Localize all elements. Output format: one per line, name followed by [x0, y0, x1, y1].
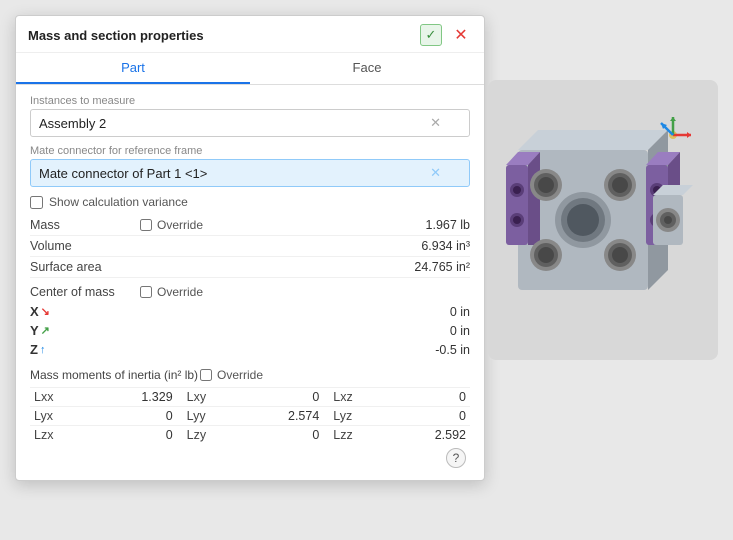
mass-properties-dialog: Mass and section properties ✓ ✕ Part Fac…: [15, 15, 485, 481]
inertia-header-row: Mass moments of inertia (in² lb) Overrid…: [30, 365, 470, 385]
com-override-checkbox[interactable]: [140, 286, 152, 298]
mass-label: Mass: [30, 218, 140, 232]
mate-group: Mate connector for reference frame Mate …: [30, 145, 470, 187]
y-value: 0 in: [60, 324, 470, 338]
lyz-label: Lyz: [323, 407, 388, 426]
lzy-value: 0: [242, 426, 323, 445]
inertia-row-lxx: Lxx 1.329 Lxy 0 Lxz 0: [30, 388, 470, 407]
variance-checkbox[interactable]: [30, 196, 43, 209]
mass-override-label: Override: [157, 218, 203, 232]
help-row: ?: [30, 444, 470, 468]
inertia-row-lzx: Lzx 0 Lzy 0 Lzz 2.592: [30, 426, 470, 445]
com-section: Center of mass Override X ↘ 0 in Y ↗: [30, 282, 470, 359]
inertia-override: Override: [200, 368, 290, 382]
lzx-label: Lzx: [30, 426, 95, 445]
mass-override-checkbox[interactable]: [140, 219, 152, 231]
surface-area-row: Surface area 24.765 in²: [30, 257, 470, 278]
inertia-override-label: Override: [217, 368, 263, 382]
model-render: [498, 90, 708, 350]
com-override-label: Override: [157, 285, 203, 299]
inertia-override-checkbox[interactable]: [200, 369, 212, 381]
variance-row: Show calculation variance: [30, 195, 470, 209]
lxz-label: Lxz: [323, 388, 388, 407]
surface-area-label: Surface area: [30, 260, 140, 274]
instances-group: Instances to measure Assembly 2 ✕: [30, 95, 470, 137]
x-row: X ↘ 0 in: [30, 302, 470, 321]
lzy-label: Lzy: [177, 426, 242, 445]
lyx-value: 0: [95, 407, 176, 426]
mate-value: Mate connector of Part 1 <1>: [39, 166, 207, 181]
inertia-label: Mass moments of inertia (in² lb): [30, 368, 200, 382]
confirm-button[interactable]: ✓: [420, 24, 442, 46]
com-label: Center of mass: [30, 285, 140, 299]
inertia-table: Lxx 1.329 Lxy 0 Lxz 0 Lyx 0 Lyy 2.574 Ly…: [30, 387, 470, 444]
instances-label: Instances to measure: [30, 95, 470, 107]
inertia-row-lyx: Lyx 0 Lyy 2.574 Lyz 0: [30, 407, 470, 426]
tabs-container: Part Face: [16, 53, 484, 85]
lxy-label: Lxy: [177, 388, 242, 407]
mate-clear-icon[interactable]: ✕: [430, 165, 441, 181]
variance-label: Show calculation variance: [49, 195, 188, 209]
dialog-body: Instances to measure Assembly 2 ✕ Mate c…: [16, 85, 484, 472]
surface-area-value: 24.765 in²: [230, 260, 470, 274]
tab-part[interactable]: Part: [16, 53, 250, 84]
z-row: Z ↑ -0.5 in: [30, 340, 470, 359]
mate-field[interactable]: Mate connector of Part 1 <1> ✕: [30, 159, 470, 187]
mate-label: Mate connector for reference frame: [30, 145, 470, 157]
lxx-value: 1.329: [95, 388, 176, 407]
instances-value: Assembly 2: [39, 116, 106, 131]
help-button[interactable]: ?: [446, 448, 466, 468]
instances-clear-icon[interactable]: ✕: [430, 115, 441, 131]
lzz-value: 2.592: [388, 426, 470, 445]
volume-label: Volume: [30, 239, 140, 253]
lxx-label: Lxx: [30, 388, 95, 407]
close-button[interactable]: ✕: [450, 24, 472, 46]
z-value: -0.5 in: [60, 343, 470, 357]
dialog-title: Mass and section properties: [28, 28, 204, 43]
lxz-value: 0: [388, 388, 470, 407]
lyy-value: 2.574: [242, 407, 323, 426]
volume-row: Volume 6.934 in³: [30, 236, 470, 257]
lxy-value: 0: [242, 388, 323, 407]
model-panel: [488, 80, 718, 360]
z-label: Z ↑: [30, 342, 60, 357]
dialog-title-bar: Mass and section properties ✓ ✕: [16, 16, 484, 53]
instances-field[interactable]: Assembly 2 ✕: [30, 109, 470, 137]
lzz-label: Lzz: [323, 426, 388, 445]
x-arrow-icon: ↘: [41, 305, 50, 318]
dialog-title-actions: ✓ ✕: [420, 24, 472, 46]
lyy-label: Lyy: [177, 407, 242, 426]
lyx-label: Lyx: [30, 407, 95, 426]
volume-value: 6.934 in³: [230, 239, 470, 253]
y-row: Y ↗ 0 in: [30, 321, 470, 340]
mass-value: 1.967 lb: [230, 218, 470, 232]
x-value: 0 in: [60, 305, 470, 319]
mass-row: Mass Override 1.967 lb: [30, 215, 470, 236]
x-label: X ↘: [30, 304, 60, 319]
lyz-value: 0: [388, 407, 470, 426]
mass-override: Override: [140, 218, 230, 232]
tab-face[interactable]: Face: [250, 53, 484, 84]
y-arrow-icon: ↗: [41, 324, 50, 337]
y-label: Y ↗: [30, 323, 60, 338]
z-arrow-icon: ↑: [40, 344, 46, 356]
com-override: Override: [140, 285, 230, 299]
lzx-value: 0: [95, 426, 176, 445]
inertia-section: Mass moments of inertia (in² lb) Overrid…: [30, 365, 470, 444]
com-header-row: Center of mass Override: [30, 282, 470, 302]
